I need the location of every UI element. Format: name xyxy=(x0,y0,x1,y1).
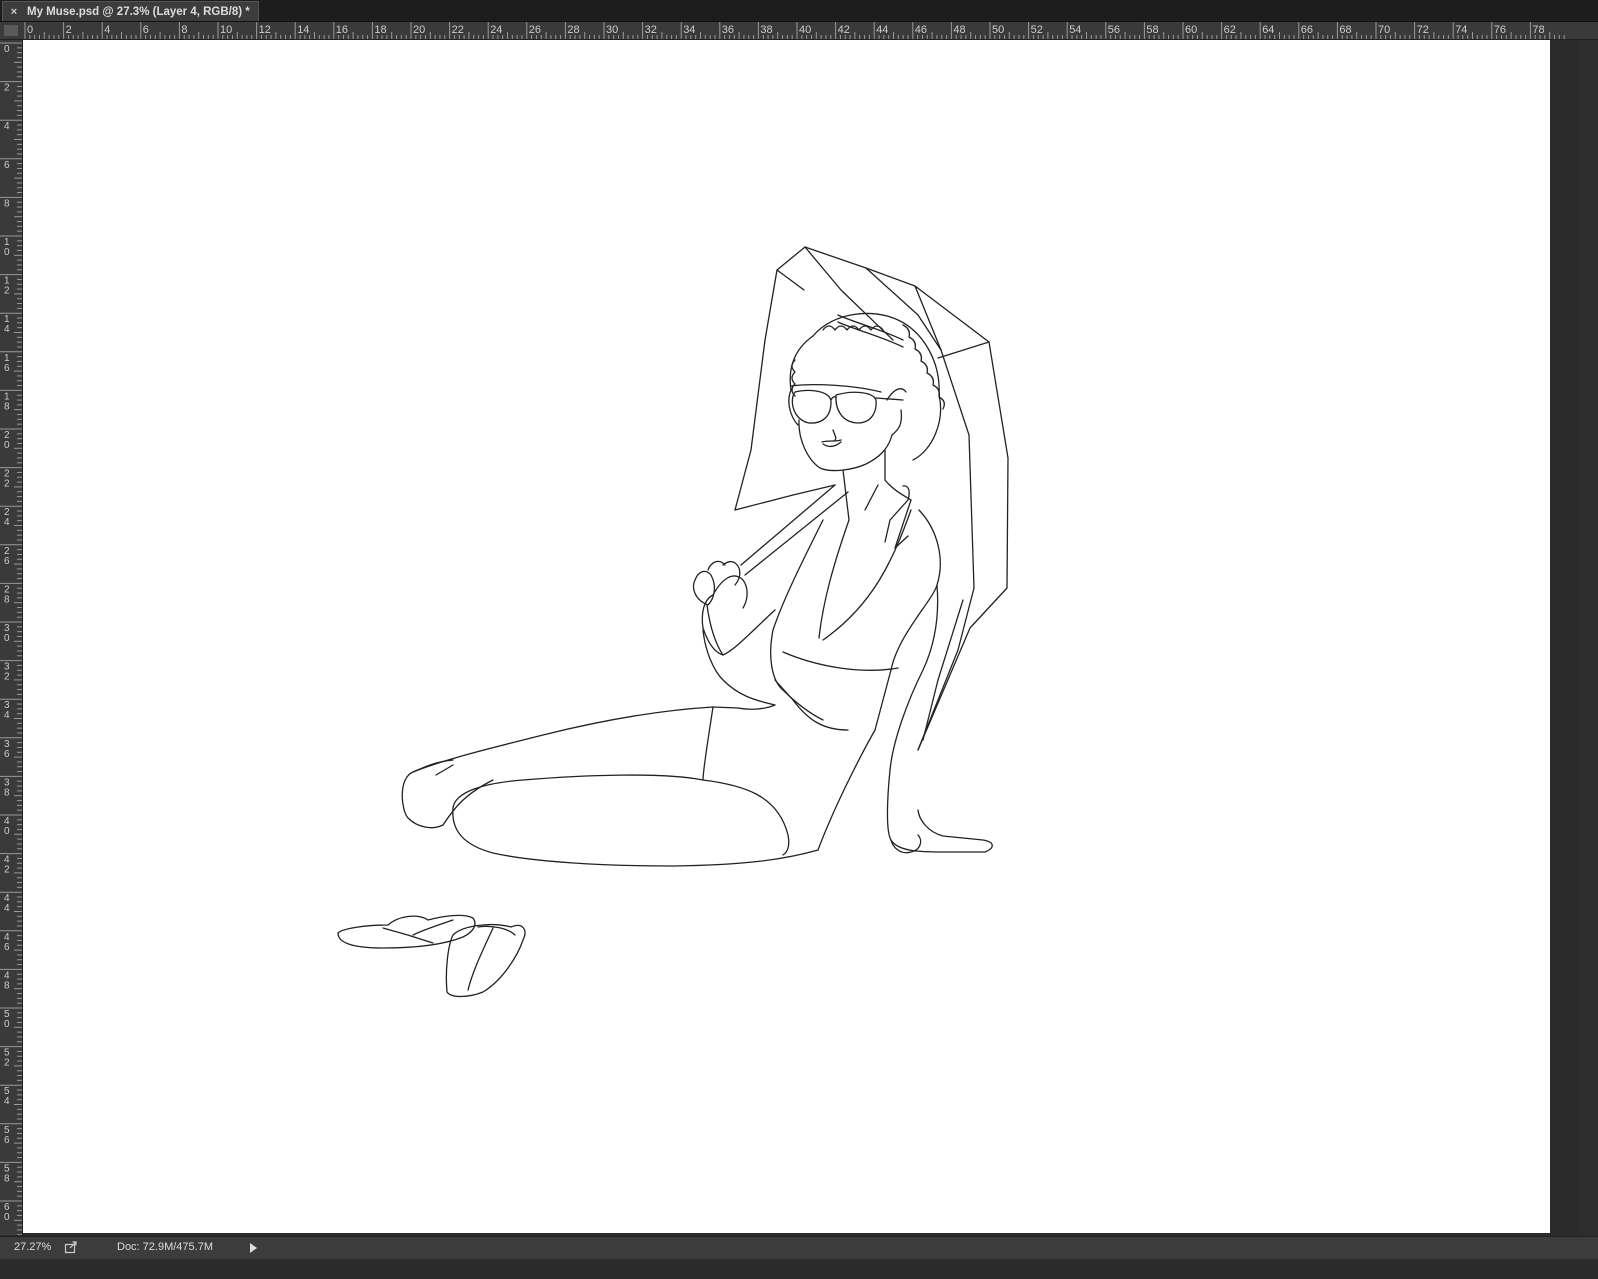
ruler-h-label: 20 xyxy=(413,24,425,36)
ruler-h-label: 26 xyxy=(529,24,541,36)
ruler-v-label: 6 xyxy=(4,942,10,953)
ruler-h-label: 44 xyxy=(876,24,888,36)
ruler-h-label: 10 xyxy=(220,24,232,36)
ruler-v-label: 8 xyxy=(4,594,10,605)
ruler-v-label: 4 xyxy=(4,903,10,914)
ruler-h-label: 70 xyxy=(1378,24,1390,36)
ruler-v-label: 8 xyxy=(4,980,10,991)
figure-legs xyxy=(401,704,876,867)
ruler-v-label: 4 xyxy=(4,324,10,335)
ruler-h-label: 6 xyxy=(143,24,149,36)
ruler-h-label: 52 xyxy=(1031,24,1043,36)
ruler-h-label: 8 xyxy=(181,24,187,36)
ruler-v-label: 8 xyxy=(4,787,10,798)
ruler-h-label: 18 xyxy=(374,24,386,36)
ruler-h-label: 34 xyxy=(683,24,695,36)
ruler-v-label: 0 xyxy=(4,1212,10,1223)
ruler-h-label: 68 xyxy=(1339,24,1351,36)
ruler-h-label: 4 xyxy=(104,24,110,36)
ruler-h-label: 74 xyxy=(1455,24,1467,36)
ruler-v-label: 6 xyxy=(4,160,10,171)
horizontal-ruler[interactable]: 0 2 4 6 8 10 12 14 16 18 20 22 24 26 28 30 32 34 36 38 40 42 4… xyxy=(22,22,1598,40)
ruler-v-label: 2 xyxy=(4,865,10,876)
document-canvas[interactable] xyxy=(23,40,1550,1233)
document-tab[interactable]: × My Muse.psd @ 27.3% (Layer 4, RGB/8) * xyxy=(2,1,259,21)
ruler-h-label: 40 xyxy=(799,24,811,36)
ruler-v-label: 4 xyxy=(4,121,10,132)
ruler-v-label: 2 xyxy=(4,1058,10,1069)
document-tab-bar: × My Muse.psd @ 27.3% (Layer 4, RGB/8) * xyxy=(0,0,1598,22)
ruler-h-label: 64 xyxy=(1262,24,1274,36)
ruler-h-label: 22 xyxy=(452,24,464,36)
ruler-v-label: 0 xyxy=(4,826,10,837)
ruler-origin[interactable] xyxy=(0,22,23,40)
ruler-v-label: 6 xyxy=(4,363,10,374)
ruler-h-label: 30 xyxy=(606,24,618,36)
ruler-h-label: 16 xyxy=(336,24,348,36)
ruler-v-label: 0 xyxy=(4,633,10,644)
ruler-h-label: 54 xyxy=(1069,24,1081,36)
ruler-h-label: 72 xyxy=(1417,24,1429,36)
ruler-h-label: 58 xyxy=(1146,24,1158,36)
document-tab-title: My Muse.psd @ 27.3% (Layer 4, RGB/8) * xyxy=(27,5,250,18)
ruler-h-label: 36 xyxy=(722,24,734,36)
ruler-v-label: 2 xyxy=(4,286,10,297)
ruler-v-label: 4 xyxy=(4,517,10,528)
ruler-v-label: 8 xyxy=(4,401,10,412)
document-size: Doc: 72.9M/475.7M xyxy=(117,1241,213,1253)
ruler-v-label: 2 xyxy=(4,83,10,94)
ruler-h-label: 60 xyxy=(1185,24,1197,36)
ruler-h-label: 48 xyxy=(953,24,965,36)
ruler-h-label: 46 xyxy=(915,24,927,36)
ruler-v-label: 6 xyxy=(4,1135,10,1146)
ruler-h-label: 50 xyxy=(992,24,1004,36)
ruler-h-label: 2 xyxy=(66,24,72,36)
ruler-h-label: 78 xyxy=(1532,24,1544,36)
share-icon[interactable] xyxy=(64,1240,78,1254)
ruler-h-label: 56 xyxy=(1108,24,1120,36)
ruler-v-label: 2 xyxy=(4,479,10,490)
ruler-h-label: 76 xyxy=(1494,24,1506,36)
ruler-v-label: 0 xyxy=(4,247,10,258)
ruler-h-label: 28 xyxy=(567,24,579,36)
ruler-v-label: 4 xyxy=(4,1096,10,1107)
ruler-h-label: 38 xyxy=(760,24,772,36)
ruler-v-label: 0 xyxy=(4,44,10,55)
ruler-v-label: 8 xyxy=(4,198,10,209)
ruler-h-label: 14 xyxy=(297,24,309,36)
ruler-h-label: 12 xyxy=(259,24,271,36)
ruler-v-label: 2 xyxy=(4,672,10,683)
canvas-area xyxy=(23,40,1598,1235)
ruler-v-label: 4 xyxy=(4,710,10,721)
zoom-level[interactable]: 27.27% xyxy=(14,1241,51,1253)
slippers xyxy=(337,914,526,998)
ruler-h-label: 32 xyxy=(645,24,657,36)
ruler-h-label: 24 xyxy=(490,24,502,36)
window-bottom xyxy=(0,1259,1598,1279)
status-menu-arrow-icon[interactable] xyxy=(250,1243,257,1253)
ruler-v-label: 6 xyxy=(4,749,10,760)
line-art-drawing xyxy=(337,246,1009,998)
ruler-v-label: 0 xyxy=(4,1019,10,1030)
ruler-h-label: 42 xyxy=(838,24,850,36)
ruler-h-label: 62 xyxy=(1224,24,1236,36)
ruler-v-label: 8 xyxy=(4,1173,10,1184)
status-bar: 27.27% Doc: 72.9M/475.7M xyxy=(0,1236,1598,1259)
ruler-v-label: 6 xyxy=(4,556,10,567)
ruler-h-label: 0 xyxy=(27,24,33,36)
close-tab-icon[interactable]: × xyxy=(7,6,21,18)
ruler-h-label: 66 xyxy=(1301,24,1313,36)
ruler-v-label: 0 xyxy=(4,440,10,451)
vertical-ruler[interactable]: 0246810121416182022242628303234363840424… xyxy=(0,40,23,1235)
vertical-scrollbar[interactable] xyxy=(1578,40,1598,1235)
figure-head xyxy=(788,312,945,472)
